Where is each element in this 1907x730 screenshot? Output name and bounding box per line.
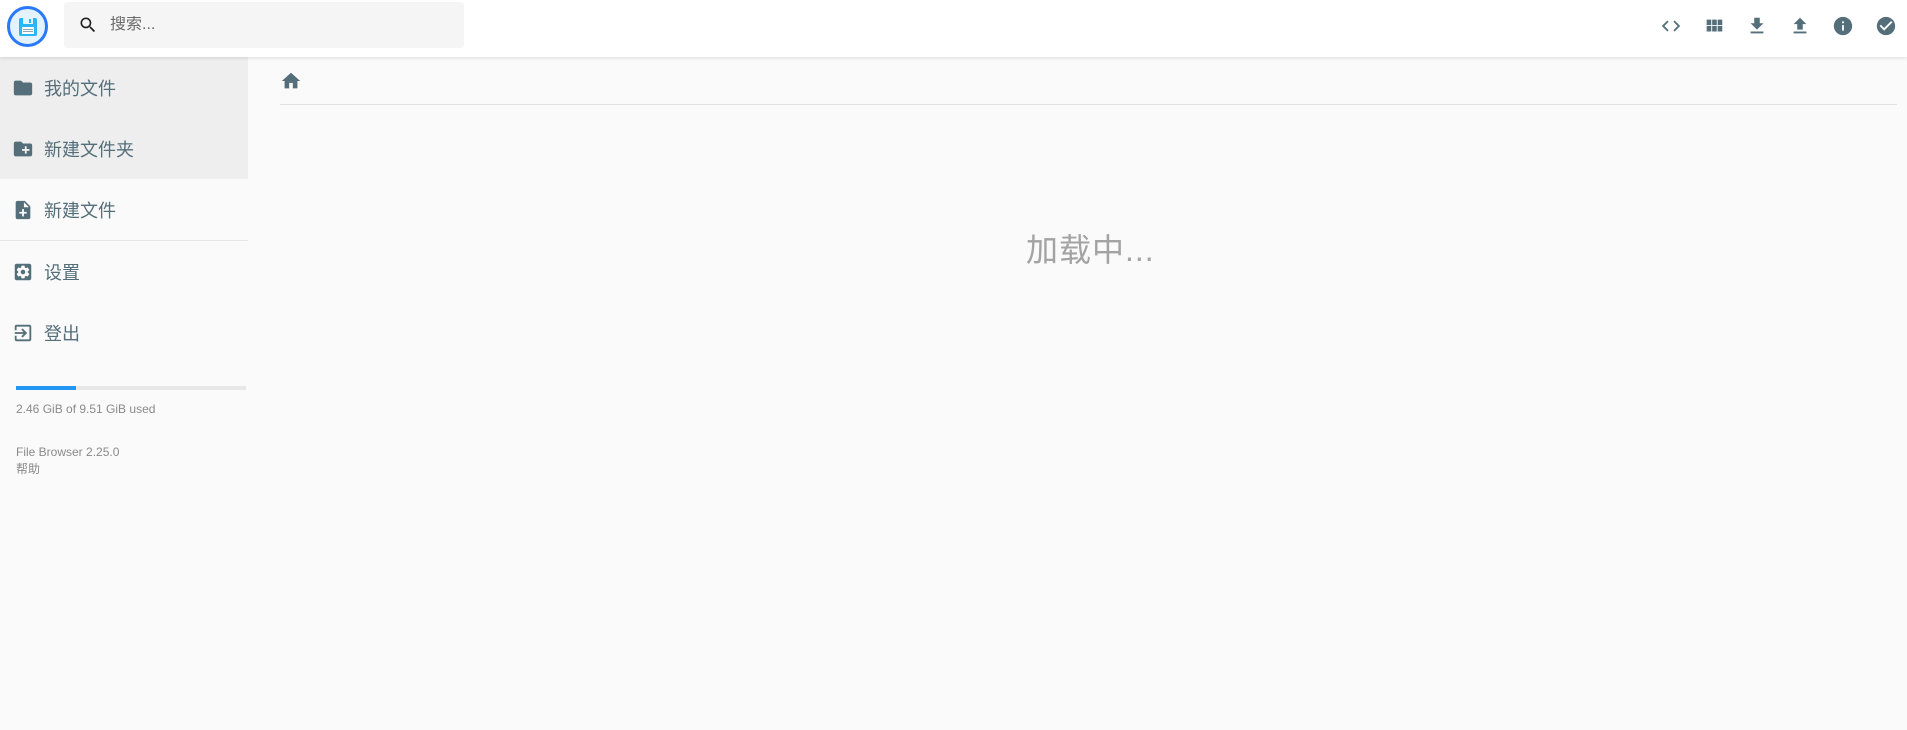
settings-icon bbox=[14, 263, 32, 280]
sidebar-item-label: 新建文件夹 bbox=[44, 139, 134, 160]
breadcrumb-home[interactable] bbox=[280, 70, 302, 92]
version-text: File Browser 2.25.0 bbox=[16, 445, 120, 459]
select-button[interactable] bbox=[1864, 5, 1907, 48]
search-icon bbox=[78, 15, 98, 35]
sidebar-item-label: 新建文件 bbox=[44, 200, 116, 221]
breadcrumb bbox=[280, 57, 1897, 105]
switch-view-button[interactable] bbox=[1692, 5, 1735, 48]
exit-icon bbox=[14, 324, 32, 341]
header-bar bbox=[0, 0, 1907, 57]
upload-button[interactable] bbox=[1778, 5, 1821, 48]
storage-progress-bar bbox=[16, 386, 246, 390]
help-link[interactable]: 帮助 bbox=[16, 461, 248, 478]
folder-icon bbox=[13, 80, 33, 95]
sidebar-item-new-folder[interactable]: 新建文件夹 bbox=[0, 118, 248, 179]
app-logo[interactable] bbox=[7, 6, 48, 47]
upload-icon bbox=[1793, 17, 1806, 34]
sidebar-item-label: 设置 bbox=[44, 262, 80, 283]
check-circle-icon bbox=[1876, 16, 1895, 36]
sidebar: 我的文件 新建文件夹 新建文件 设置 登出 2.46 GiB of 9.51 G… bbox=[0, 57, 248, 730]
create-folder-icon bbox=[13, 141, 33, 156]
info-icon bbox=[1833, 16, 1852, 36]
download-button[interactable] bbox=[1735, 5, 1778, 48]
storage-usage-text: 2.46 GiB of 9.51 GiB used bbox=[16, 402, 156, 416]
download-icon bbox=[1750, 17, 1763, 34]
header-actions bbox=[1649, 0, 1907, 52]
toggle-code-button[interactable] bbox=[1649, 5, 1692, 48]
floppy-logo-icon bbox=[18, 17, 37, 36]
storage-progress-fill bbox=[16, 386, 76, 390]
sidebar-item-logout[interactable]: 登出 bbox=[0, 302, 248, 363]
code-icon bbox=[1661, 20, 1680, 32]
sidebar-item-label: 登出 bbox=[44, 323, 80, 344]
info-button[interactable] bbox=[1821, 5, 1864, 48]
loading-text: 加载中... bbox=[1026, 232, 1155, 268]
home-icon bbox=[281, 72, 301, 88]
sidebar-item-my-files[interactable]: 我的文件 bbox=[0, 57, 248, 118]
search-input[interactable] bbox=[110, 16, 410, 34]
search-box[interactable] bbox=[64, 2, 464, 48]
credits: File Browser 2.25.0 帮助 bbox=[16, 444, 248, 478]
grid-icon bbox=[1706, 19, 1722, 32]
sidebar-item-settings[interactable]: 设置 bbox=[0, 241, 248, 302]
main-content: 加载中... bbox=[280, 57, 1897, 268]
sidebar-item-new-file[interactable]: 新建文件 bbox=[0, 179, 248, 240]
sidebar-item-label: 我的文件 bbox=[44, 78, 116, 99]
note-add-icon bbox=[15, 200, 31, 219]
